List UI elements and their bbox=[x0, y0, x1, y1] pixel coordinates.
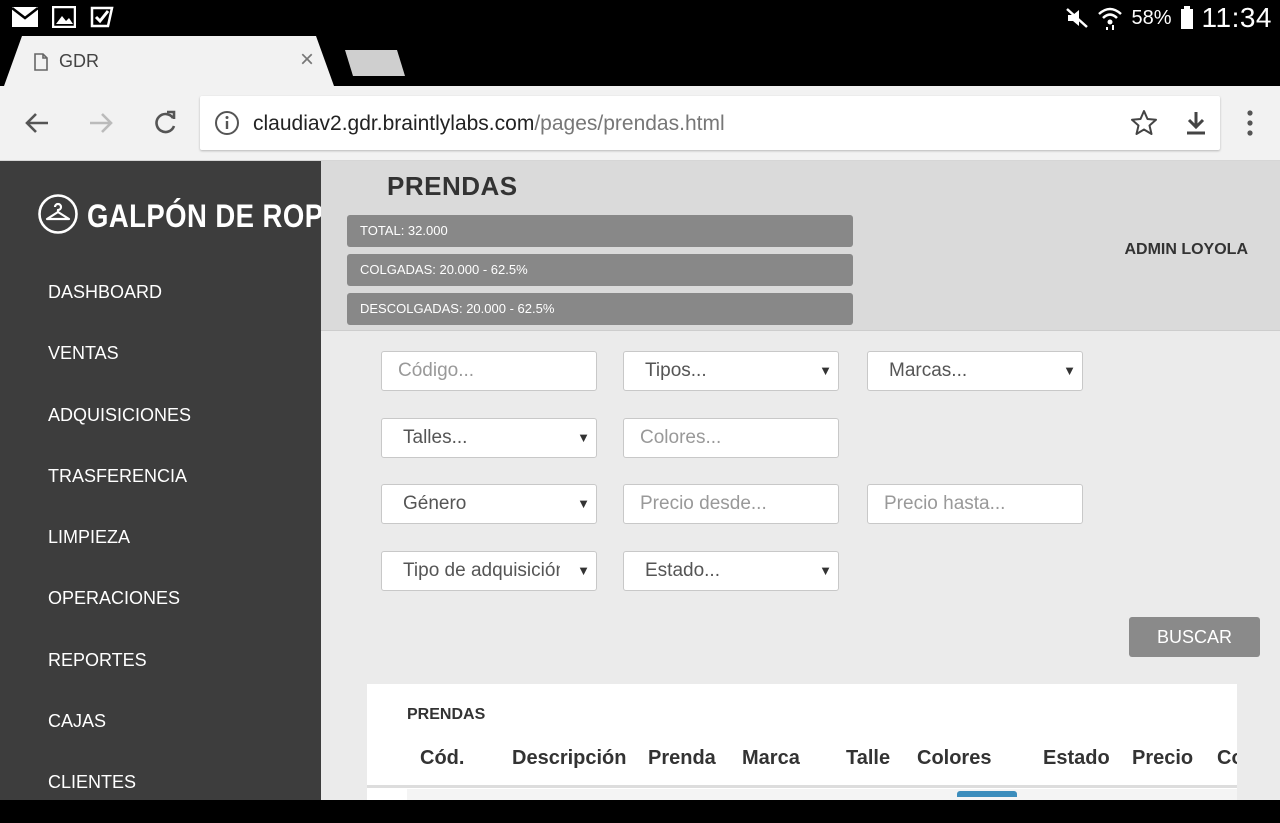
prendas-table-card: PRENDAS Cód. Descripción Prenda Marca Ta… bbox=[367, 684, 1237, 800]
page-title: PRENDAS bbox=[387, 171, 518, 201]
url-path: /pages/prendas.html bbox=[534, 112, 725, 135]
table-header: Cód. Descripción Prenda Marca Talle Colo… bbox=[367, 744, 1237, 788]
close-tab-icon[interactable]: × bbox=[300, 48, 314, 72]
main-content: PRENDAS TOTAL: 32.000 COLGADAS: 20.000 -… bbox=[321, 161, 1280, 800]
bookmark-star-icon[interactable] bbox=[1130, 109, 1158, 142]
caret-down-icon: ▼ bbox=[819, 363, 832, 378]
tipos-select[interactable]: Tipos... ▼ bbox=[623, 351, 839, 391]
table-row[interactable] bbox=[407, 789, 1237, 800]
sidebar-item-cajas[interactable]: CAJAS bbox=[48, 700, 191, 761]
talles-value: Talles... bbox=[403, 427, 468, 448]
column-header-precio[interactable]: Precio bbox=[1132, 747, 1193, 770]
colores-input[interactable]: Colores... bbox=[623, 418, 839, 458]
column-header-colores[interactable]: Colores bbox=[917, 747, 991, 770]
sidebar-item-trasferencia[interactable]: TRASFERENCIA bbox=[48, 455, 191, 516]
column-header-talle[interactable]: Talle bbox=[846, 747, 890, 770]
forward-button[interactable] bbox=[86, 108, 116, 138]
reload-icon bbox=[155, 110, 176, 134]
back-button[interactable] bbox=[22, 108, 52, 138]
caret-down-icon: ▼ bbox=[577, 430, 590, 445]
marcas-value: Marcas... bbox=[889, 360, 968, 381]
browser-tab-strip: GDR × bbox=[0, 36, 1280, 86]
address-bar[interactable]: claudiav2.gdr.braintlylabs.com/pages/pre… bbox=[200, 96, 1220, 150]
column-header-descripcion[interactable]: Descripción bbox=[512, 747, 626, 770]
sidebar-item-reportes[interactable]: REPORTES bbox=[48, 639, 191, 700]
color-badge bbox=[957, 791, 1017, 797]
mute-icon bbox=[1065, 7, 1089, 29]
battery-percent: 58% bbox=[1131, 6, 1172, 29]
tab-title: GDR bbox=[59, 51, 99, 71]
buscar-button[interactable]: BUSCAR bbox=[1129, 617, 1260, 657]
column-header-prenda[interactable]: Prenda bbox=[648, 747, 716, 770]
browser-tab-active[interactable]: GDR × bbox=[4, 36, 334, 86]
arrow-right-icon bbox=[90, 113, 113, 133]
table-title: PRENDAS bbox=[407, 706, 486, 723]
sidebar-item-operaciones[interactable]: OPERACIONES bbox=[48, 577, 191, 638]
column-header-estado[interactable]: Estado bbox=[1043, 747, 1110, 770]
browser-toolbar: claudiav2.gdr.braintlylabs.com/pages/pre… bbox=[0, 86, 1280, 161]
caret-down-icon: ▼ bbox=[1063, 363, 1076, 378]
wifi-icon bbox=[1097, 5, 1123, 31]
hanger-logo-icon bbox=[37, 193, 79, 240]
stat-total: TOTAL: 32.000 bbox=[347, 215, 853, 247]
clock: 11:34 bbox=[1201, 2, 1272, 33]
estado-select[interactable]: Estado... ▼ bbox=[623, 551, 839, 591]
mail-icon bbox=[12, 7, 38, 27]
caret-down-icon: ▼ bbox=[577, 496, 590, 511]
tipo-adquisicion-select[interactable]: Tipo de adquisición ▼ bbox=[381, 551, 597, 591]
sidebar: GALPÓN DE ROPA DASHBOARD VENTAS ADQUISIC… bbox=[0, 161, 341, 800]
caret-down-icon: ▼ bbox=[577, 563, 590, 578]
column-header-co[interactable]: Co bbox=[1217, 747, 1237, 770]
sidebar-nav: DASHBOARD VENTAS ADQUISICIONES TRASFEREN… bbox=[48, 271, 191, 823]
estado-value: Estado... bbox=[645, 560, 720, 581]
gallery-icon bbox=[52, 6, 76, 28]
codigo-input[interactable]: Código... bbox=[381, 351, 597, 391]
genero-value: Género bbox=[403, 493, 467, 514]
column-header-cod[interactable]: Cód. bbox=[420, 747, 464, 770]
genero-select[interactable]: Género ▼ bbox=[381, 484, 597, 524]
caret-down-icon: ▼ bbox=[819, 563, 832, 578]
talles-select[interactable]: Talles... ▼ bbox=[381, 418, 597, 458]
sidebar-item-limpieza[interactable]: LIMPIEZA bbox=[48, 516, 191, 577]
logo-text: GALPÓN DE ROPA bbox=[87, 198, 342, 234]
tipos-value: Tipos... bbox=[645, 360, 707, 381]
new-tab-button[interactable] bbox=[345, 50, 405, 76]
browser-menu-button[interactable] bbox=[1240, 108, 1260, 143]
document-icon bbox=[34, 53, 48, 76]
stat-descolgadas: DESCOLGADAS: 20.000 - 62.5% bbox=[347, 293, 853, 325]
arrow-left-icon bbox=[25, 113, 48, 133]
url-domain: claudiav2.gdr.braintlylabs.com bbox=[253, 112, 535, 135]
sidebar-item-dashboard[interactable]: DASHBOARD bbox=[48, 271, 191, 332]
precio-hasta-input[interactable]: Precio hasta... bbox=[867, 484, 1083, 524]
tipo-adquisicion-value: Tipo de adquisición bbox=[403, 560, 560, 581]
column-header-marca[interactable]: Marca bbox=[742, 747, 800, 770]
android-status-bar: 58% 11:34 bbox=[0, 0, 1280, 36]
user-name[interactable]: ADMIN LOYOLA bbox=[1124, 241, 1248, 259]
marcas-select[interactable]: Marcas... ▼ bbox=[867, 351, 1083, 391]
task-done-icon bbox=[90, 6, 114, 28]
reload-button[interactable] bbox=[150, 108, 180, 138]
info-icon[interactable] bbox=[214, 110, 240, 141]
stat-colgadas: COLGADAS: 20.000 - 62.5% bbox=[347, 254, 853, 286]
page-header: PRENDAS TOTAL: 32.000 COLGADAS: 20.000 -… bbox=[321, 161, 1280, 331]
download-icon[interactable] bbox=[1182, 109, 1210, 142]
battery-icon bbox=[1180, 6, 1194, 30]
sidebar-item-adquisiciones[interactable]: ADQUISICIONES bbox=[48, 394, 191, 455]
url-text: claudiav2.gdr.braintlylabs.com/pages/pre… bbox=[253, 112, 725, 136]
sidebar-item-clientes[interactable]: CLIENTES bbox=[48, 761, 191, 822]
more-vertical-icon bbox=[1247, 110, 1253, 136]
precio-desde-input[interactable]: Precio desde... bbox=[623, 484, 839, 524]
sidebar-item-ventas[interactable]: VENTAS bbox=[48, 332, 191, 393]
